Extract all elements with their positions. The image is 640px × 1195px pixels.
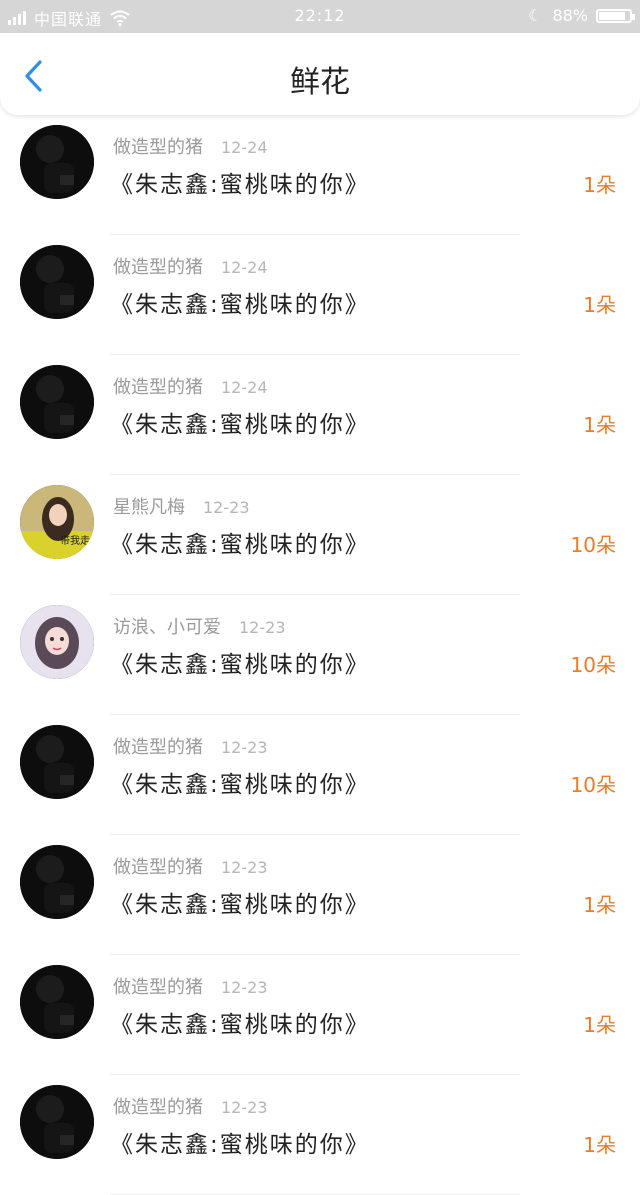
avatar[interactable]: [20, 965, 94, 1039]
flower-count: 1朵: [583, 893, 616, 917]
user-name: 做造型的猪: [113, 977, 203, 998]
gift-date: 12-23: [221, 1098, 268, 1117]
battery-percent: 88%: [552, 6, 588, 25]
song-title: 《朱志鑫:蜜桃味的你》: [110, 772, 370, 798]
list-item[interactable]: 做造型的猪 12-24 《朱志鑫:蜜桃味的你》 1朵: [0, 235, 640, 355]
gift-date: 12-23: [221, 858, 268, 877]
list-item[interactable]: 做造型的猪 12-24 《朱志鑫:蜜桃味的你》 1朵: [0, 355, 640, 475]
list-item[interactable]: 访浪、小可爱 12-23 《朱志鑫:蜜桃味的你》 10朵: [0, 595, 640, 715]
flower-count: 10朵: [570, 773, 616, 797]
avatar[interactable]: [20, 845, 94, 919]
avatar[interactable]: [20, 1085, 94, 1159]
list-item[interactable]: 做造型的猪 12-23 《朱志鑫:蜜桃味的你》 1朵: [0, 835, 640, 955]
flower-count: 10朵: [570, 533, 616, 557]
avatar[interactable]: [20, 725, 94, 799]
user-name: 做造型的猪: [113, 1097, 203, 1118]
avatar[interactable]: [20, 365, 94, 439]
flower-count: 10朵: [570, 653, 616, 677]
flower-count: 1朵: [583, 173, 616, 197]
moon-icon: ☾: [528, 6, 543, 25]
avatar[interactable]: [20, 125, 94, 199]
avatar-caption: 带我走: [60, 535, 90, 547]
gift-date: 12-23: [203, 498, 250, 517]
item-meta: 做造型的猪 12-24: [113, 133, 268, 159]
page-title: 鲜花: [290, 65, 350, 100]
flower-count: 1朵: [583, 1013, 616, 1037]
gift-date: 12-24: [221, 138, 268, 157]
flower-count: 1朵: [583, 413, 616, 437]
list-item[interactable]: 带我走 星熊凡梅 12-23 《朱志鑫:蜜桃味的你》 10朵: [0, 475, 640, 595]
user-name: 做造型的猪: [113, 377, 203, 398]
song-title: 《朱志鑫:蜜桃味的你》: [110, 292, 370, 318]
song-title: 《朱志鑫:蜜桃味的你》: [110, 1012, 370, 1038]
item-meta: 做造型的猪 12-23: [113, 973, 268, 999]
nav-bar: 鲜花: [0, 33, 640, 115]
user-name: 访浪、小可爱: [113, 617, 221, 638]
user-name: 做造型的猪: [113, 137, 203, 158]
gift-date: 12-23: [221, 978, 268, 997]
list-item[interactable]: 做造型的猪 12-23 《朱志鑫:蜜桃味的你》 1朵: [0, 955, 640, 1075]
gift-date: 12-23: [239, 618, 286, 637]
user-name: 做造型的猪: [113, 857, 203, 878]
item-meta: 星熊凡梅 12-23: [113, 493, 250, 519]
status-right: ☾ 88%: [528, 6, 635, 25]
item-meta: 访浪、小可爱 12-23: [113, 613, 286, 639]
item-meta: 做造型的猪 12-23: [113, 853, 268, 879]
item-meta: 做造型的猪 12-23: [113, 733, 268, 759]
gift-date: 12-24: [221, 258, 268, 277]
avatar[interactable]: [20, 605, 94, 679]
avatar[interactable]: 带我走: [20, 485, 94, 559]
gift-date: 12-24: [221, 378, 268, 397]
song-title: 《朱志鑫:蜜桃味的你》: [110, 1132, 370, 1158]
song-title: 《朱志鑫:蜜桃味的你》: [110, 172, 370, 198]
item-meta: 做造型的猪 12-24: [113, 253, 268, 279]
avatar[interactable]: [20, 245, 94, 319]
user-name: 做造型的猪: [113, 257, 203, 278]
status-bar: 中国联通 22:12 ☾ 88%: [0, 0, 640, 33]
gift-date: 12-23: [221, 738, 268, 757]
user-name: 星熊凡梅: [113, 497, 185, 518]
song-title: 《朱志鑫:蜜桃味的你》: [110, 532, 370, 558]
list-item[interactable]: 做造型的猪 12-24 《朱志鑫:蜜桃味的你》 1朵: [0, 115, 640, 235]
song-title: 《朱志鑫:蜜桃味的你》: [110, 892, 370, 918]
list-item[interactable]: 做造型的猪 12-23 《朱志鑫:蜜桃味的你》 1朵: [0, 1075, 640, 1195]
item-meta: 做造型的猪 12-23: [113, 1093, 268, 1119]
song-title: 《朱志鑫:蜜桃味的你》: [110, 412, 370, 438]
flower-gift-list: 做造型的猪 12-24 《朱志鑫:蜜桃味的你》 1朵 做造型的猪 12-24 《朱志鑫:蜜桃…: [0, 115, 640, 1195]
song-title: 《朱志鑫:蜜桃味的你》: [110, 652, 370, 678]
flower-count: 1朵: [583, 293, 616, 317]
list-item[interactable]: 做造型的猪 12-23 《朱志鑫:蜜桃味的你》 10朵: [0, 715, 640, 835]
item-meta: 做造型的猪 12-24: [113, 373, 268, 399]
battery-icon: [596, 8, 635, 23]
flower-count: 1朵: [583, 1133, 616, 1157]
user-name: 做造型的猪: [113, 737, 203, 758]
